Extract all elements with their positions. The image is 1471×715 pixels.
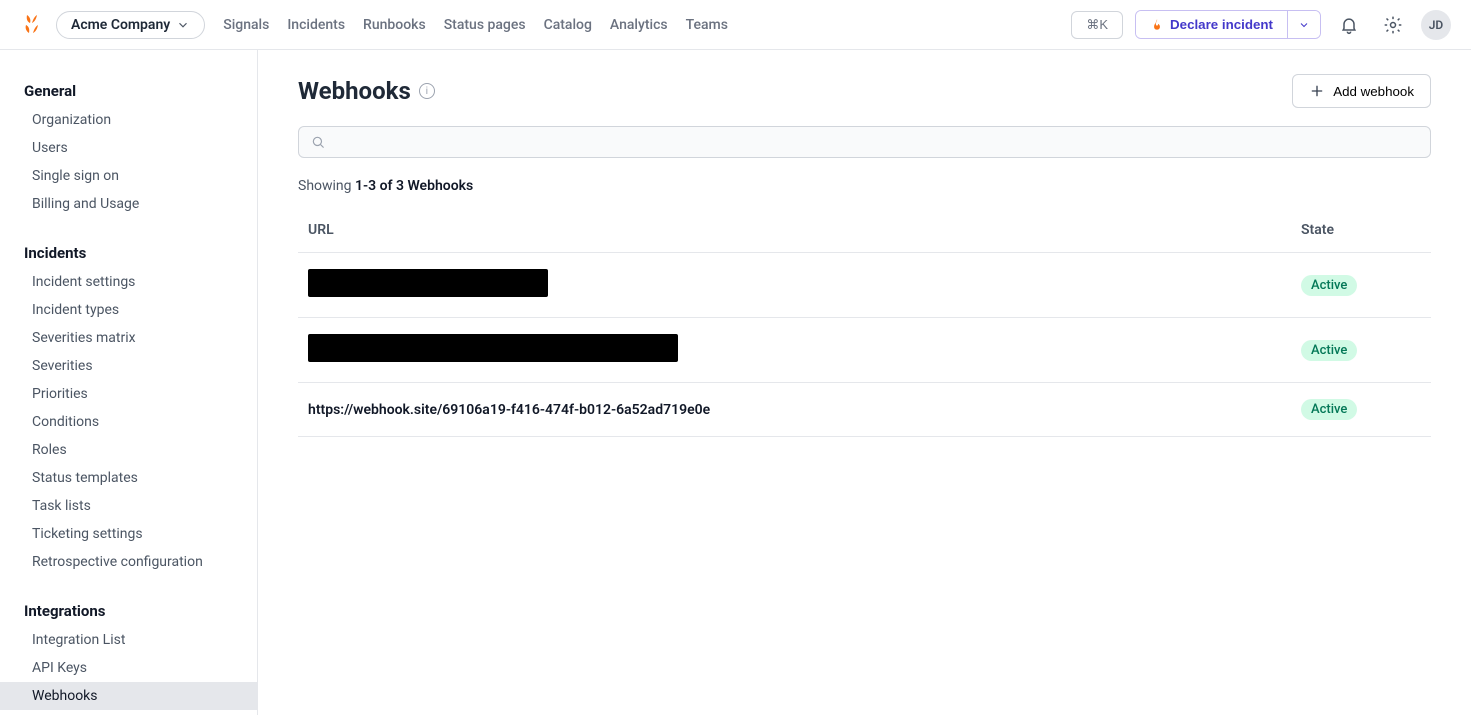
sidebar-item-task-lists[interactable]: Task lists [0, 492, 257, 520]
main-nav: Signals Incidents Runbooks Status pages … [223, 17, 728, 33]
nav-analytics[interactable]: Analytics [610, 17, 668, 33]
redacted-url [308, 334, 678, 362]
command-k-button[interactable]: ⌘K [1071, 11, 1123, 39]
search-input[interactable] [333, 134, 1418, 150]
webhook-url-cell [298, 253, 1291, 318]
webhook-state-cell: Active [1291, 318, 1431, 383]
add-webhook-label: Add webhook [1333, 84, 1414, 99]
declare-incident-caret[interactable] [1287, 11, 1320, 38]
sidebar-group-general: General [0, 74, 257, 106]
status-badge: Active [1301, 275, 1357, 296]
sidebar-item-retrospective-config[interactable]: Retrospective configuration [0, 548, 257, 576]
sidebar-item-severities-matrix[interactable]: Severities matrix [0, 324, 257, 352]
results-count: Showing 1-3 of 3 Webhooks [298, 178, 1431, 194]
add-webhook-button[interactable]: Add webhook [1292, 74, 1431, 108]
sidebar-item-billing[interactable]: Billing and Usage [0, 190, 257, 218]
search-icon [311, 135, 325, 149]
org-picker[interactable]: Acme Company [56, 11, 205, 39]
sidebar-item-api-keys[interactable]: API Keys [0, 654, 257, 682]
bell-icon [1339, 15, 1359, 35]
sidebar-item-incident-settings[interactable]: Incident settings [0, 268, 257, 296]
avatar[interactable]: JD [1421, 10, 1451, 40]
status-badge: Active [1301, 340, 1357, 361]
table-row[interactable]: Active [298, 253, 1431, 318]
nav-catalog[interactable]: Catalog [544, 17, 592, 33]
table-row[interactable]: https://webhook.site/69106a19-f416-474f-… [298, 383, 1431, 437]
settings-sidebar: General Organization Users Single sign o… [0, 50, 258, 715]
webhook-url-cell: https://webhook.site/69106a19-f416-474f-… [298, 383, 1291, 437]
nav-runbooks[interactable]: Runbooks [363, 17, 426, 33]
declare-incident-label: Declare incident [1170, 17, 1273, 32]
org-name: Acme Company [71, 17, 170, 33]
sidebar-item-integration-list[interactable]: Integration List [0, 626, 257, 654]
nav-incidents[interactable]: Incidents [287, 17, 345, 33]
sidebar-group-integrations: Integrations [0, 594, 257, 626]
nav-status-pages[interactable]: Status pages [444, 17, 526, 33]
gear-icon [1383, 15, 1403, 35]
column-state: State [1291, 222, 1431, 253]
plus-icon [1309, 83, 1325, 99]
sidebar-item-users[interactable]: Users [0, 134, 257, 162]
webhooks-table: URL State Active Active https://webhook.si… [298, 222, 1431, 437]
webhook-url-cell [298, 318, 1291, 383]
logo[interactable] [20, 13, 44, 37]
sidebar-item-ticketing-settings[interactable]: Ticketing settings [0, 520, 257, 548]
sidebar-item-sso[interactable]: Single sign on [0, 162, 257, 190]
page-title: Webhooks [298, 77, 411, 105]
sidebar-item-priorities[interactable]: Priorities [0, 380, 257, 408]
main-content: Webhooks i Add webhook Showing 1-3 of 3 … [258, 50, 1471, 715]
sidebar-item-conditions[interactable]: Conditions [0, 408, 257, 436]
sidebar-item-status-templates[interactable]: Status templates [0, 464, 257, 492]
notifications-button[interactable] [1333, 9, 1365, 41]
declare-incident-button[interactable]: Declare incident [1136, 11, 1287, 38]
sidebar-item-incident-types[interactable]: Incident types [0, 296, 257, 324]
redacted-url [308, 269, 548, 297]
fire-icon [1150, 18, 1164, 32]
sidebar-item-severities[interactable]: Severities [0, 352, 257, 380]
settings-button[interactable] [1377, 9, 1409, 41]
status-badge: Active [1301, 399, 1357, 420]
nav-signals[interactable]: Signals [223, 17, 269, 33]
info-icon[interactable]: i [419, 83, 435, 99]
column-url: URL [298, 222, 1291, 253]
sidebar-item-roles[interactable]: Roles [0, 436, 257, 464]
table-row[interactable]: Active [298, 318, 1431, 383]
sidebar-item-webhooks[interactable]: Webhooks [0, 682, 257, 710]
sidebar-item-organization[interactable]: Organization [0, 106, 257, 134]
search-box[interactable] [298, 126, 1431, 158]
sidebar-group-incidents: Incidents [0, 236, 257, 268]
webhook-state-cell: Active [1291, 383, 1431, 437]
chevron-down-icon [1298, 19, 1310, 31]
chevron-down-icon [176, 18, 190, 32]
nav-teams[interactable]: Teams [686, 17, 728, 33]
webhook-state-cell: Active [1291, 253, 1431, 318]
